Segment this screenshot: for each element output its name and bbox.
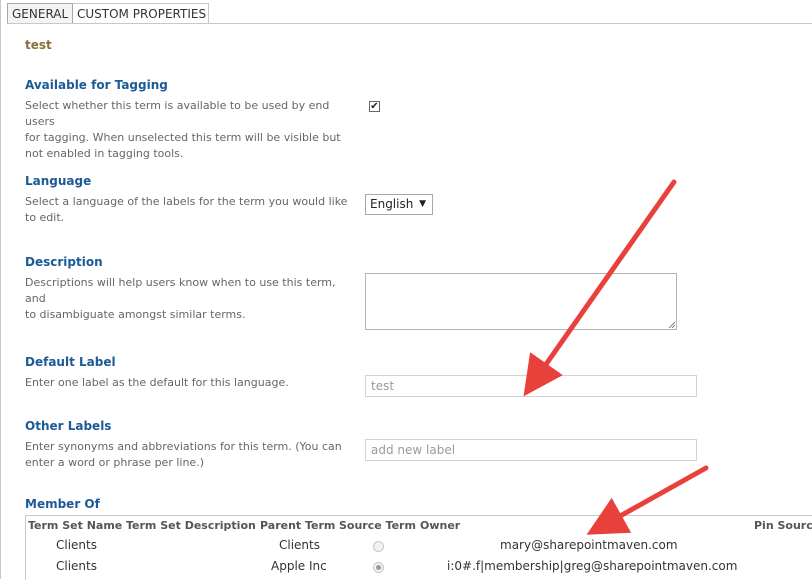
col-term-set-name: Term Set Name	[28, 519, 123, 532]
col-pin-source: Pin Source	[754, 519, 812, 532]
row-2-parent-term: Apple Inc	[271, 559, 327, 573]
desc-line: to disambiguate amongst similar terms.	[25, 308, 246, 321]
desc-line: Select whether this term is available to…	[25, 99, 330, 128]
other-labels-description: Enter synonyms and abbreviations for thi…	[25, 439, 355, 471]
col-source-term: Source Term	[339, 519, 416, 532]
description-textarea[interactable]	[365, 273, 677, 330]
desc-line: to edit.	[25, 211, 65, 224]
member-of-title: Member Of	[25, 497, 100, 511]
row-1-source-term-radio[interactable]	[373, 541, 384, 552]
tab-custom-properties[interactable]: CUSTOM PROPERTIES	[73, 3, 209, 24]
col-parent-term: Parent Term	[260, 519, 336, 532]
desc-line: Select a language of the labels for the …	[25, 195, 348, 208]
tagging-title: Available for Tagging	[25, 78, 168, 92]
resize-grip-icon[interactable]	[669, 322, 675, 328]
checkmark-icon: ✔	[370, 101, 379, 112]
default-label-input[interactable]: test	[365, 375, 697, 397]
tab-bar: GENERAL CUSTOM PROPERTIES	[0, 0, 812, 27]
language-title: Language	[25, 174, 92, 188]
tab-general[interactable]: GENERAL	[7, 3, 73, 24]
desc-line: Enter one label as the default for this …	[25, 376, 289, 389]
default-label-title: Default Label	[25, 355, 116, 369]
other-labels-title: Other Labels	[25, 419, 112, 433]
chevron-down-icon: ▼	[419, 199, 426, 209]
desc-line: Descriptions will help users know when t…	[25, 276, 336, 305]
col-owner: Owner	[420, 519, 461, 532]
row-1-term-set-name: Clients	[56, 538, 97, 552]
language-select[interactable]: English ▼	[365, 194, 433, 215]
row-1-owner: mary@sharepointmaven.com	[500, 538, 678, 552]
default-label-description: Enter one label as the default for this …	[25, 375, 355, 391]
other-labels-input[interactable]: add new label	[365, 439, 697, 461]
language-selected-value: English	[370, 197, 414, 211]
row-2-term-set-name: Clients	[56, 559, 97, 573]
row-2-owner: i:0#.f|membership|greg@sharepointmaven.c…	[447, 559, 738, 573]
row-1-parent-term: Clients	[279, 538, 320, 552]
tab-underline	[7, 23, 812, 24]
desc-line: for tagging. When unselected this term w…	[25, 131, 341, 144]
language-description: Select a language of the labels for the …	[25, 194, 355, 226]
col-term-set-description: Term Set Description	[126, 519, 256, 532]
tagging-description: Select whether this term is available to…	[25, 98, 355, 162]
available-for-tagging-checkbox[interactable]: ✔	[369, 101, 380, 112]
desc-line: enter a word or phrase per line.)	[25, 456, 204, 469]
row-2-source-term-radio[interactable]	[373, 562, 384, 573]
description-help: Descriptions will help users know when t…	[25, 275, 355, 323]
term-name: test	[25, 38, 52, 52]
desc-line: not enabled in tagging tools.	[25, 147, 184, 160]
desc-line: Enter synonyms and abbreviations for thi…	[25, 440, 342, 453]
left-border	[0, 0, 1, 579]
description-title: Description	[25, 255, 103, 269]
